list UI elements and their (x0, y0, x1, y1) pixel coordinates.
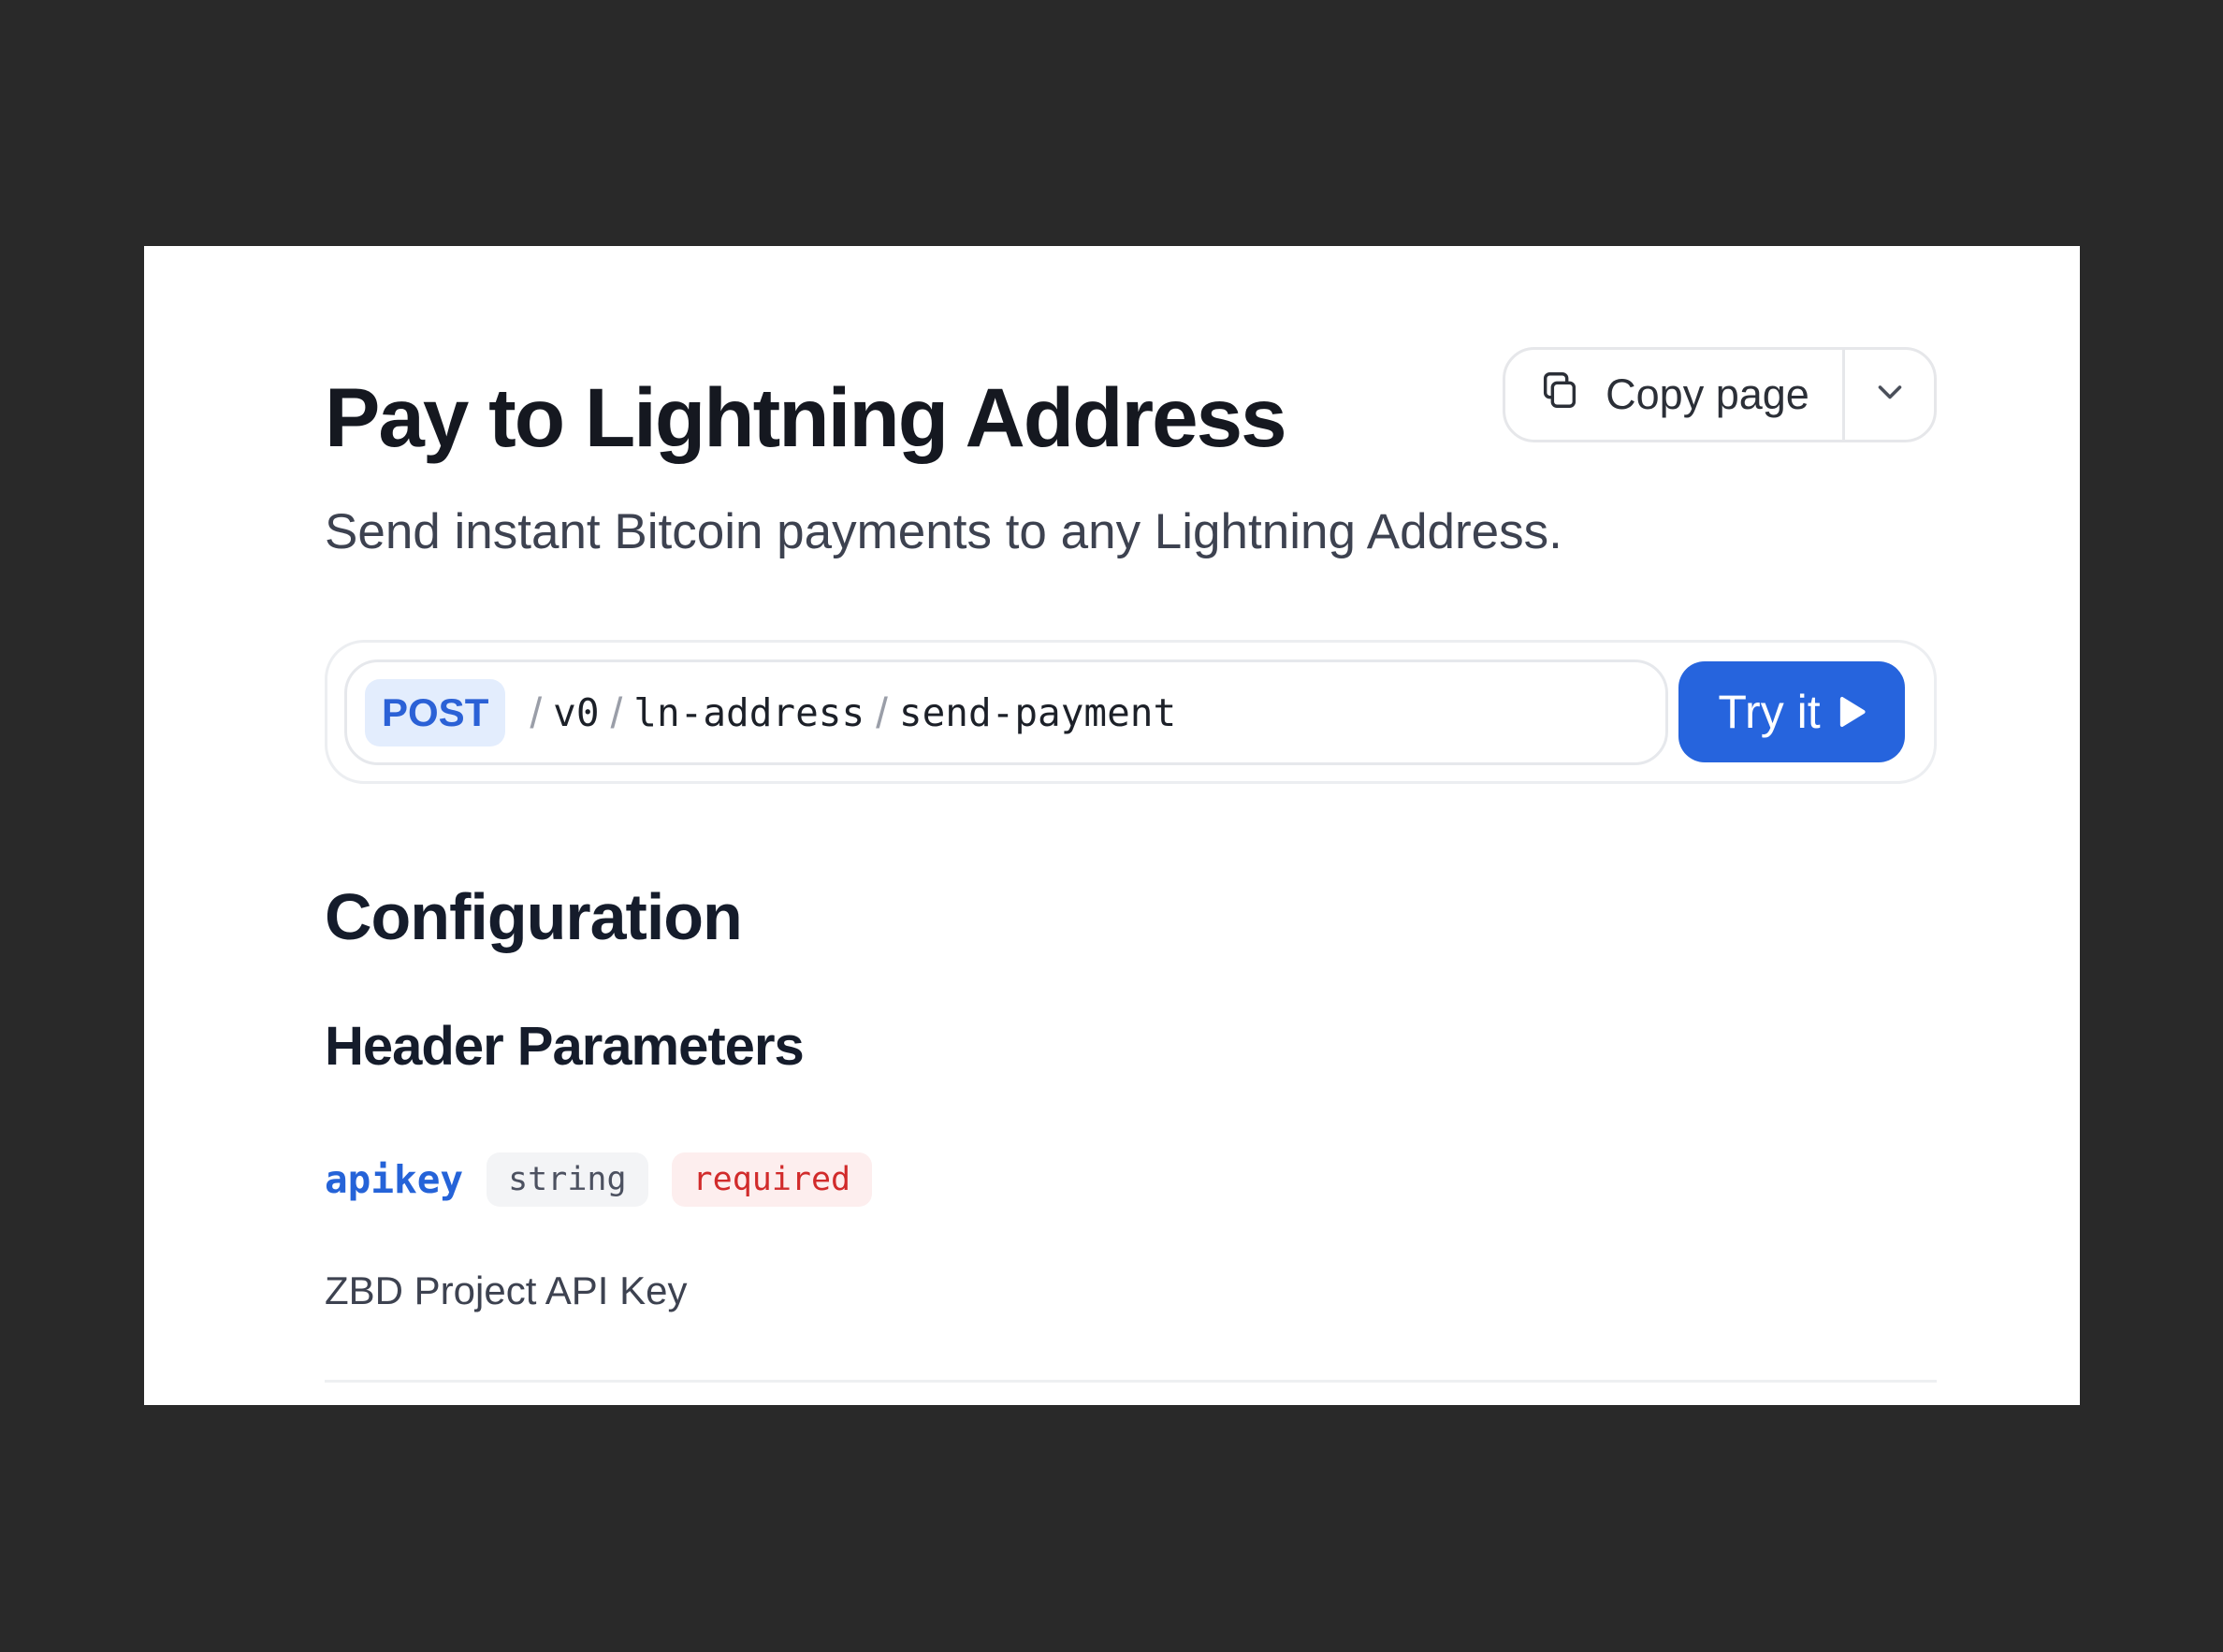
section-divider (325, 1380, 1937, 1383)
copy-page-button[interactable]: Copy page (1505, 350, 1845, 440)
copy-page-label: Copy page (1606, 370, 1809, 418)
path-separator: / (610, 688, 623, 737)
path-separator: / (530, 688, 543, 737)
http-method-badge: POST (365, 678, 506, 746)
header-parameters-heading: Header Parameters (325, 1016, 805, 1077)
copy-icon (1538, 368, 1581, 423)
path-segment: send-payment (898, 689, 1177, 735)
play-icon (1838, 685, 1866, 739)
configuration-heading: Configuration (325, 880, 743, 953)
chevron-down-icon (1876, 384, 1904, 407)
endpoint-bar: POST / v0 / ln-address / send-payment Tr… (325, 640, 1937, 784)
page-subtitle: Send instant Bitcoin payments to any Lig… (325, 504, 1562, 559)
copy-options-dropdown[interactable] (1845, 350, 1934, 440)
page-title: Pay to Lightning Address (325, 370, 1287, 464)
path-segment: v0 (553, 689, 600, 735)
path-segment: ln-address (633, 689, 865, 735)
path-separator: / (876, 688, 888, 737)
endpoint-path-box[interactable]: POST / v0 / ln-address / send-payment (344, 659, 1668, 765)
param-name: apikey (325, 1157, 464, 1202)
copy-page-control: Copy page (1503, 347, 1937, 442)
param-type-badge: string (487, 1152, 648, 1207)
param-required-badge: required (671, 1152, 873, 1207)
try-it-button[interactable]: Try it (1678, 661, 1905, 762)
endpoint-path: / v0 / ln-address / send-payment (530, 688, 1176, 738)
doc-page-card: Pay to Lightning Address Copy page Send … (144, 246, 2080, 1405)
param-description: ZBD Project API Key (325, 1268, 688, 1312)
try-it-label: Try it (1718, 686, 1821, 738)
parameter-row: apikey string required (325, 1152, 873, 1207)
